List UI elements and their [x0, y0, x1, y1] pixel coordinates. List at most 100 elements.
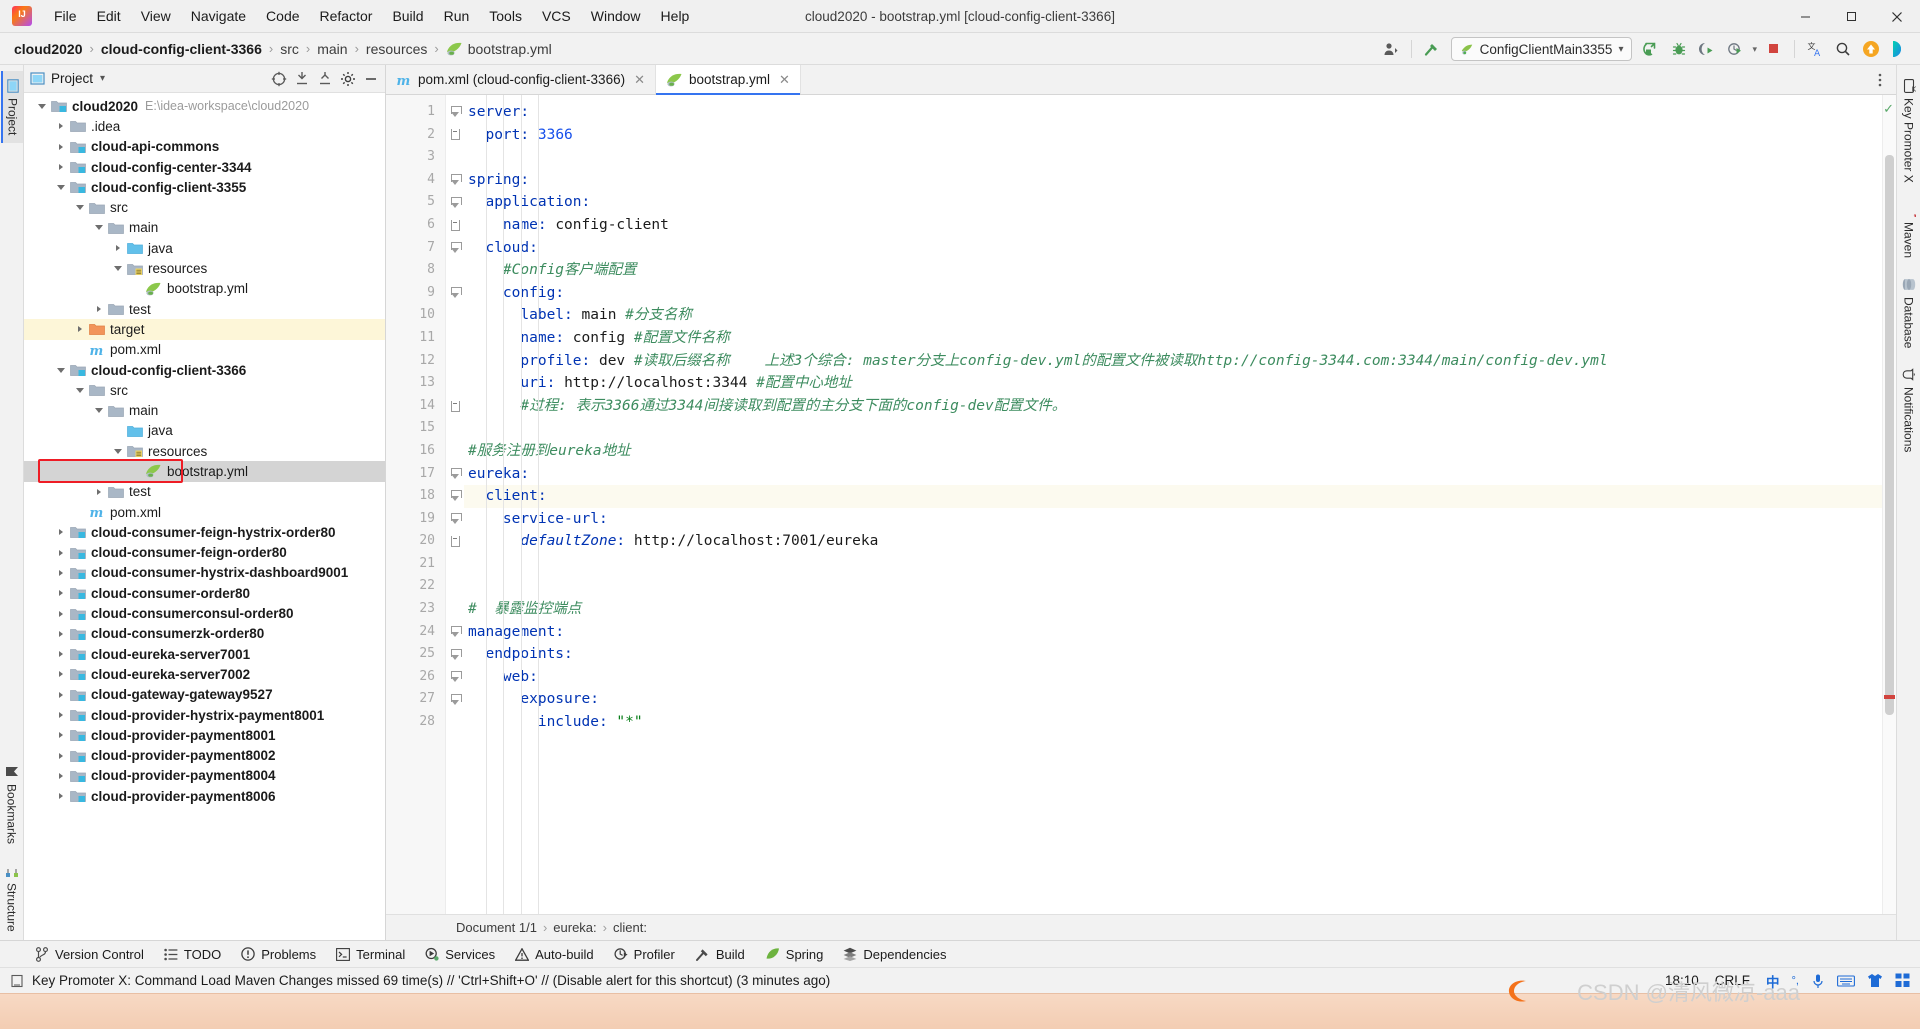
- keyboard-icon[interactable]: [1837, 974, 1855, 988]
- tree-node-resources[interactable]: resources: [24, 441, 385, 461]
- code-line-2[interactable]: port: 3366: [464, 124, 1882, 147]
- chevron-right-icon[interactable]: [72, 326, 88, 333]
- document-breadcrumb-bar[interactable]: Document 1/1 › eureka: › client:: [386, 914, 1896, 940]
- project-panel-actions[interactable]: [269, 69, 381, 89]
- tree-node-pom-xml[interactable]: m pom.xml: [24, 340, 385, 360]
- code-line-23[interactable]: # 暴露监控端点: [464, 598, 1882, 621]
- tree-node-main[interactable]: main: [24, 400, 385, 420]
- code-fold-arrow-icon[interactable]: [446, 485, 464, 508]
- chevron-down-icon[interactable]: [110, 448, 126, 454]
- tree-node-src[interactable]: src: [24, 197, 385, 217]
- more-options-icon[interactable]: [1870, 70, 1890, 90]
- run-icon[interactable]: [1638, 36, 1664, 62]
- code-fold-end-icon[interactable]: [446, 395, 464, 418]
- tool-window-button-problems[interactable]: Problems: [232, 944, 325, 965]
- ime-chinese-icon[interactable]: 中: [1766, 971, 1780, 991]
- chevron-down-icon[interactable]: [72, 205, 88, 211]
- maximize-button[interactable]: [1828, 0, 1874, 33]
- tool-window-button-services[interactable]: Services: [416, 944, 504, 965]
- code-fold-arrow-icon[interactable]: [446, 621, 464, 644]
- close-tab-icon[interactable]: ✕: [779, 72, 790, 88]
- breadcrumb-item-cloud2020[interactable]: cloud2020: [10, 39, 86, 59]
- tree-node-cloud-consumerzk-order80[interactable]: cloud-consumerzk-order80: [24, 624, 385, 644]
- code-fold-arrow-icon[interactable]: [446, 463, 464, 486]
- chevron-down-icon[interactable]: [91, 408, 107, 414]
- code-editor[interactable]: 1 2 3 4 5 6 7 8 9 10 11 12 13 14 15 16 17 18 19 20 21 22 23 24 2…: [386, 95, 1896, 914]
- microphone-icon[interactable]: [1811, 973, 1825, 989]
- tree-node-cloud-consumerconsul-order80[interactable]: cloud-consumerconsul-order80: [24, 603, 385, 623]
- rail-tab-notifications[interactable]: Notifications: [1899, 360, 1919, 460]
- window-controls[interactable]: [1782, 0, 1920, 33]
- tool-window-button-profiler[interactable]: Profiler: [605, 944, 684, 965]
- code-line-16[interactable]: #服务注册到eureka地址: [464, 440, 1882, 463]
- rail-tab-bookmarks[interactable]: Bookmarks: [2, 757, 22, 852]
- code-line-25[interactable]: endpoints:: [464, 643, 1882, 666]
- tool-window-button-spring[interactable]: Spring: [756, 944, 833, 965]
- menu-item-tools[interactable]: Tools: [479, 4, 532, 28]
- tree-node-cloud-config-client-3366[interactable]: cloud-config-client-3366: [24, 360, 385, 380]
- chevron-right-icon[interactable]: [53, 691, 69, 698]
- document-breadcrumb-item[interactable]: eureka:: [553, 920, 596, 935]
- breadcrumb-item-cloud-config-client-3366[interactable]: cloud-config-client-3366: [97, 39, 266, 59]
- code-line-24[interactable]: management:: [464, 621, 1882, 644]
- code-fold-end-icon[interactable]: [446, 214, 464, 237]
- breadcrumb-item-bootstrap-yml[interactable]: bootstrap.yml: [442, 39, 556, 59]
- editor-tab-bootstrap.yml[interactable]: bootstrap.yml ✕: [656, 65, 801, 95]
- menu-item-window[interactable]: Window: [581, 4, 651, 28]
- tree-node-cloud-config-client-3355[interactable]: cloud-config-client-3355: [24, 177, 385, 197]
- update-icon[interactable]: [1858, 36, 1884, 62]
- tree-node-cloud-eureka-server7001[interactable]: cloud-eureka-server7001: [24, 644, 385, 664]
- tree-node-java[interactable]: java: [24, 421, 385, 441]
- tool-window-button-version-control[interactable]: Version Control: [26, 944, 153, 965]
- chevron-down-icon[interactable]: [110, 266, 126, 272]
- code-fold-end-icon[interactable]: [446, 124, 464, 147]
- code-line-19[interactable]: service-url:: [464, 508, 1882, 531]
- user-account-icon[interactable]: [1378, 36, 1404, 62]
- code-line-20[interactable]: defaultZone: http://localhost:7001/eurek…: [464, 530, 1882, 553]
- editor-scrollbar[interactable]: ✓: [1882, 95, 1896, 914]
- menu-item-edit[interactable]: Edit: [87, 4, 131, 28]
- tree-node-cloud-gateway-gateway9527[interactable]: cloud-gateway-gateway9527: [24, 685, 385, 705]
- code-line-5[interactable]: application:: [464, 191, 1882, 214]
- shirt-skin-icon[interactable]: [1867, 973, 1883, 988]
- tree-node-cloud-provider-payment8004[interactable]: cloud-provider-payment8004: [24, 766, 385, 786]
- tree-node-test[interactable]: test: [24, 482, 385, 502]
- code-fold-arrow-icon[interactable]: [446, 643, 464, 666]
- chevron-right-icon[interactable]: [53, 732, 69, 739]
- editor-tab-pom.xml[interactable]: m pom.xml (cloud-config-client-3366) ✕: [386, 65, 656, 94]
- status-message[interactable]: Key Promoter X: Command Load Maven Chang…: [32, 973, 830, 988]
- code-line-15[interactable]: [464, 417, 1882, 440]
- code-fold-arrow-icon[interactable]: [446, 191, 464, 214]
- chevron-right-icon[interactable]: [53, 123, 69, 130]
- chevron-right-icon[interactable]: [53, 752, 69, 759]
- menu-item-code[interactable]: Code: [256, 4, 309, 28]
- document-breadcrumb-item[interactable]: client:: [613, 920, 647, 935]
- main-menu[interactable]: File Edit View Navigate Code Refactor Build Run…: [44, 4, 699, 28]
- chevron-right-icon[interactable]: [53, 164, 69, 171]
- menu-item-file[interactable]: File: [44, 4, 87, 28]
- code-fold-arrow-icon[interactable]: [446, 508, 464, 531]
- code-line-7[interactable]: cloud:: [464, 237, 1882, 260]
- tree-node-java[interactable]: java: [24, 238, 385, 258]
- run-with-coverage-icon[interactable]: [1694, 36, 1720, 62]
- tool-window-button-auto-build[interactable]: Auto-build: [506, 944, 603, 965]
- select-opened-file-icon[interactable]: [269, 69, 289, 89]
- code-line-18[interactable]: client:: [464, 485, 1882, 508]
- project-tree[interactable]: cloud2020 E:\idea-workspace\cloud2020 .ide…: [24, 93, 385, 940]
- menu-item-navigate[interactable]: Navigate: [181, 4, 256, 28]
- tree-node-bootstrap-yml[interactable]: bootstrap.yml: [24, 279, 385, 299]
- code-line-6[interactable]: name: config-client: [464, 214, 1882, 237]
- editor-tabs[interactable]: m pom.xml (cloud-config-client-3366) ✕ boot…: [386, 65, 1896, 95]
- tool-window-button-build[interactable]: Build: [686, 944, 754, 965]
- code-line-27[interactable]: exposure:: [464, 688, 1882, 711]
- debug-icon[interactable]: [1666, 36, 1692, 62]
- code-line-13[interactable]: uri: http://localhost:3344 #配置中心地址: [464, 372, 1882, 395]
- rail-tab-database[interactable]: Database: [1899, 270, 1919, 356]
- code-line-1[interactable]: server:: [464, 101, 1882, 124]
- breadcrumb-item-src[interactable]: src: [276, 39, 303, 59]
- code-line-14[interactable]: #过程: 表示3366通过3344间接读取到配置的主分支下面的config-de…: [464, 395, 1882, 418]
- rail-tab-key-promoter-x[interactable]: K Key Promoter X: [1899, 71, 1919, 191]
- chevron-right-icon[interactable]: [91, 306, 107, 313]
- code-line-9[interactable]: config:: [464, 282, 1882, 305]
- menu-item-refactor[interactable]: Refactor: [310, 4, 383, 28]
